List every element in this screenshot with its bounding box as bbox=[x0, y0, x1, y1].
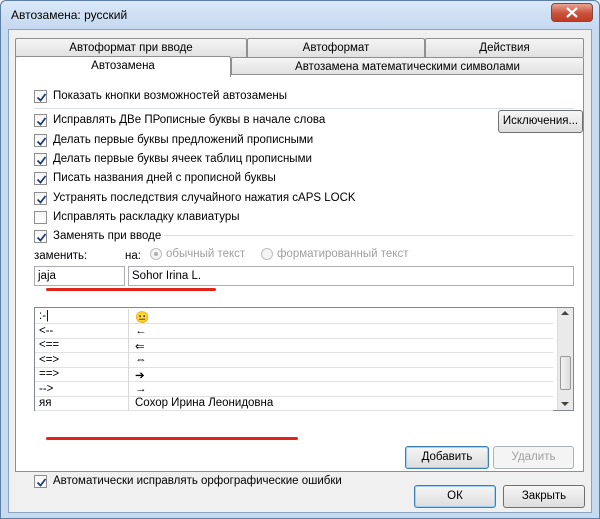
column-divider bbox=[128, 352, 129, 368]
replace-label: заменить: bbox=[34, 250, 88, 262]
exceptions-button[interactable]: Исключения... bbox=[498, 110, 583, 133]
column-divider bbox=[128, 367, 129, 382]
list-item-with: 😐 bbox=[135, 312, 150, 324]
cap-sentences-checkbox[interactable] bbox=[34, 133, 47, 147]
checkmark-icon bbox=[36, 194, 47, 204]
scroll-thumb[interactable] bbox=[560, 356, 571, 390]
list-item-replace: :-| bbox=[39, 310, 50, 322]
window-title: Автозамена: русский bbox=[11, 8, 128, 22]
column-divider bbox=[128, 338, 129, 353]
auto-spell-checkbox[interactable] bbox=[34, 474, 47, 488]
caps-lock-label: Устранять последствия случайного нажатия… bbox=[53, 192, 356, 204]
checkmark-icon bbox=[36, 136, 47, 146]
replace-input[interactable]: jaja bbox=[34, 266, 125, 286]
show-buttons-checkbox[interactable] bbox=[34, 89, 47, 103]
checkmark-icon bbox=[36, 116, 47, 126]
scroll-down-icon[interactable] bbox=[561, 402, 569, 406]
delete-button[interactable]: Удалить bbox=[493, 446, 574, 469]
ok-button[interactable]: ОК bbox=[414, 485, 496, 508]
caps-lock-option[interactable]: Устранять последствия случайного нажатия… bbox=[34, 190, 356, 206]
two-initials-label: Исправлять ДВе ПРописные буквы в начале … bbox=[53, 114, 326, 126]
tab-autoformat[interactable]: Автоформат bbox=[247, 38, 425, 57]
list-item-with: Сохор Ирина Леонидовна bbox=[135, 397, 274, 409]
show-buttons-option[interactable]: Показать кнопки возможностей автозамены bbox=[34, 88, 287, 104]
column-divider bbox=[128, 323, 129, 339]
auto-spell-option[interactable]: Автоматически исправлять орфографические… bbox=[34, 473, 342, 489]
list-item[interactable]: <== ⇐ bbox=[35, 338, 553, 353]
list-item-replace: яя bbox=[39, 397, 52, 409]
checkmark-icon bbox=[36, 174, 47, 184]
list-item[interactable]: ==> ➔ bbox=[35, 367, 553, 382]
keyboard-layout-checkbox[interactable] bbox=[34, 210, 47, 224]
list-item-with: → bbox=[135, 382, 147, 395]
checkmark-icon bbox=[36, 232, 47, 242]
two-initials-option[interactable]: Исправлять ДВе ПРописные буквы в начале … bbox=[34, 112, 325, 128]
plain-text-label: обычный текст bbox=[166, 248, 246, 261]
plain-text-radio[interactable] bbox=[150, 248, 162, 260]
checkmark-icon bbox=[36, 92, 47, 102]
replace-as-type-text: Заменять при вводе bbox=[53, 230, 162, 242]
list-item-with: ➔ bbox=[135, 370, 145, 382]
formatted-text-option[interactable]: форматированный текст bbox=[261, 248, 408, 260]
close-button[interactable]: Закрыть bbox=[503, 485, 585, 508]
cap-table-cells-option[interactable]: Делать первые буквы ячеек таблиц прописн… bbox=[34, 151, 312, 167]
plain-text-option[interactable]: обычный текст bbox=[150, 248, 245, 260]
tab-autocorrect[interactable]: Автозамена bbox=[15, 56, 231, 77]
list-item-with: ⇔ bbox=[135, 353, 147, 366]
list-item-with: ⇐ bbox=[135, 341, 145, 353]
formatted-text-label: форматированный текст bbox=[277, 248, 409, 261]
two-initials-checkbox[interactable] bbox=[34, 113, 47, 127]
replace-as-type-option[interactable]: Заменять при вводе bbox=[34, 228, 165, 244]
replace-as-type-checkbox[interactable] bbox=[34, 229, 47, 243]
list-item[interactable]: --> → bbox=[35, 381, 553, 397]
red-underline-annotation bbox=[46, 437, 298, 440]
list-item-with: ← bbox=[135, 324, 147, 337]
cap-table-cells-label: Делать первые буквы ячеек таблиц прописн… bbox=[53, 153, 312, 165]
list-item[interactable]: <=> ⇔ bbox=[35, 352, 553, 368]
with-input[interactable]: Sohor Irina L. bbox=[128, 266, 574, 286]
tab-actions[interactable]: Действия bbox=[425, 38, 584, 57]
cap-days-label: Писать названия дней с прописной буквы bbox=[53, 172, 276, 184]
caps-lock-checkbox[interactable] bbox=[34, 191, 47, 205]
keyboard-layout-label: Исправлять раскладку клавиатуры bbox=[53, 211, 240, 223]
replacement-list[interactable]: :-| 😐 <-- ← <== ⇐ <=> ⇔ ==> ➔ --> → яя Сохор Ирина Ле… bbox=[34, 307, 574, 411]
close-icon bbox=[566, 7, 578, 18]
dialog-client: Автоформат при вводе Автоформат Действия… bbox=[8, 29, 592, 513]
list-item-replace: ==> bbox=[39, 368, 60, 380]
dialog-window: Автозамена: русский Автоформат при вводе… bbox=[0, 0, 600, 519]
list-item-replace: <=> bbox=[39, 353, 60, 366]
with-label: на: bbox=[125, 250, 141, 262]
column-divider bbox=[128, 396, 129, 411]
list-item[interactable]: <-- ← bbox=[35, 323, 553, 339]
list-item[interactable]: яя Сохор Ирина Леонидовна bbox=[35, 396, 553, 411]
list-scrollbar[interactable] bbox=[557, 308, 573, 410]
show-buttons-label: Показать кнопки возможностей автозамены bbox=[53, 90, 288, 102]
tab-autoformat-as-you-type[interactable]: Автоформат при вводе bbox=[15, 38, 247, 57]
window-close-button[interactable] bbox=[551, 3, 593, 22]
checkmark-icon bbox=[36, 477, 47, 487]
title-bar[interactable]: Автозамена: русский bbox=[1, 1, 599, 29]
scroll-up-icon[interactable] bbox=[561, 311, 569, 315]
cap-days-checkbox[interactable] bbox=[34, 171, 47, 185]
list-item[interactable]: :-| 😐 bbox=[35, 309, 553, 324]
cap-sentences-label: Делать первые буквы предложений прописны… bbox=[53, 134, 314, 146]
red-underline-annotation bbox=[46, 288, 216, 291]
auto-spell-label: Автоматически исправлять орфографические… bbox=[53, 475, 342, 487]
checkmark-icon bbox=[36, 155, 47, 165]
tab-panel: Показать кнопки возможностей автозамены … bbox=[15, 74, 584, 488]
cap-sentences-option[interactable]: Делать первые буквы предложений прописны… bbox=[34, 132, 313, 148]
keyboard-layout-option[interactable]: Исправлять раскладку клавиатуры bbox=[34, 209, 240, 225]
cap-table-cells-checkbox[interactable] bbox=[34, 152, 47, 166]
list-item-replace: --> bbox=[39, 382, 54, 395]
list-item-replace: <-- bbox=[39, 324, 54, 337]
column-divider bbox=[128, 309, 129, 324]
column-divider bbox=[128, 381, 129, 397]
cap-days-option[interactable]: Писать названия дней с прописной буквы bbox=[34, 170, 276, 186]
add-button[interactable]: Добавить bbox=[405, 446, 489, 469]
list-item-replace: <== bbox=[39, 339, 60, 351]
divider bbox=[34, 108, 574, 109]
formatted-text-radio[interactable] bbox=[261, 248, 273, 260]
